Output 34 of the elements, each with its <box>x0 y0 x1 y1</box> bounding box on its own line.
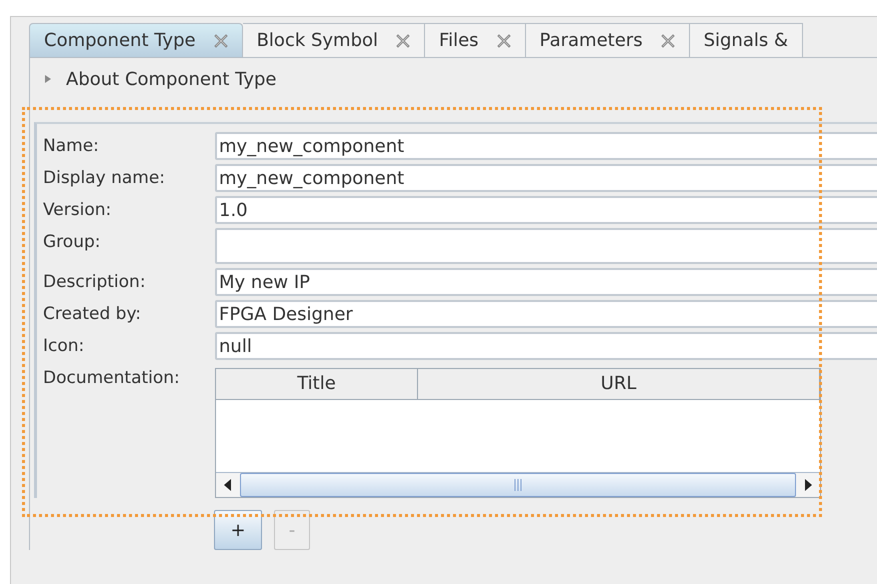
input-field[interactable]: my_new_component <box>215 132 877 160</box>
right-triangle-icon <box>804 479 812 491</box>
column-header[interactable]: Title <box>216 369 418 399</box>
tab[interactable]: Component Type <box>29 23 243 57</box>
field-label: Documentation: <box>43 367 181 388</box>
scroll-right-button[interactable] <box>796 473 820 497</box>
field-label: Version: <box>43 199 112 220</box>
grip-icon <box>514 479 522 491</box>
tab[interactable]: Signals & <box>690 23 804 57</box>
add-button[interactable]: + <box>214 510 262 550</box>
input-field[interactable]: My new IP <box>215 268 877 296</box>
input-field[interactable]: null <box>215 332 877 360</box>
close-icon[interactable] <box>660 34 675 48</box>
expand-triangle-icon <box>44 74 52 84</box>
field-label: Description: <box>43 271 147 292</box>
close-icon[interactable] <box>214 34 228 48</box>
field-label: Icon: <box>43 335 86 356</box>
tab[interactable]: Files <box>425 23 526 57</box>
field-label: Name: <box>43 135 100 156</box>
close-icon[interactable] <box>396 34 410 48</box>
column-header[interactable]: URL <box>418 369 820 399</box>
input-field[interactable]: 1.0 <box>215 196 877 224</box>
close-icon[interactable] <box>496 34 511 48</box>
scroll-left-button[interactable] <box>216 473 240 497</box>
about-section-toggle[interactable]: About Component Type <box>30 58 877 100</box>
tab[interactable]: Block Symbol <box>242 23 426 57</box>
left-triangle-icon <box>224 479 232 491</box>
input-field[interactable]: my_new_component <box>215 164 877 192</box>
tab[interactable]: Parameters <box>526 23 690 57</box>
field-label: Created by: <box>43 303 142 324</box>
field-label: Display name: <box>43 167 166 188</box>
input-field[interactable]: FPGA Designer <box>215 300 877 328</box>
input-field[interactable] <box>215 228 877 264</box>
field-label: Group: <box>43 231 102 252</box>
